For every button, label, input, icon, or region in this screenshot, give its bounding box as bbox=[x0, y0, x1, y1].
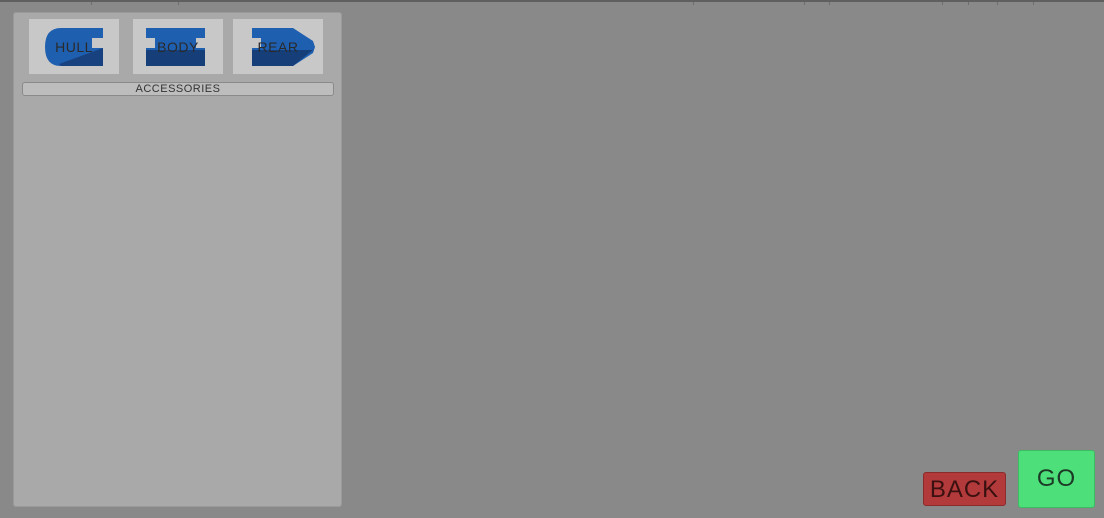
part-label-hull: HULL bbox=[55, 39, 93, 55]
parts-panel: HULL BODY REAR ACCESSORIES bbox=[13, 12, 342, 507]
part-label-body: BODY bbox=[157, 39, 199, 55]
part-tile-rear[interactable]: REAR bbox=[233, 19, 323, 74]
accessories-tab[interactable]: ACCESSORIES bbox=[22, 82, 334, 96]
part-label-rear: REAR bbox=[257, 39, 299, 55]
back-button[interactable]: BACK bbox=[923, 472, 1006, 506]
part-tile-hull[interactable]: HULL bbox=[29, 19, 119, 74]
top-edge-ticks bbox=[0, 2, 1104, 5]
go-button[interactable]: GO bbox=[1018, 450, 1095, 508]
part-tile-body[interactable]: BODY bbox=[133, 19, 223, 74]
